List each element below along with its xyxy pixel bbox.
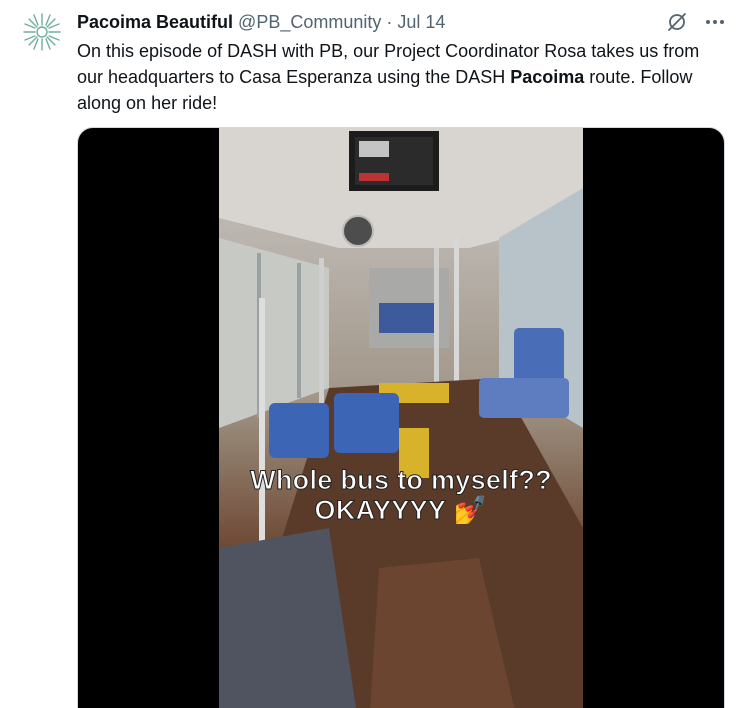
tweet-actions bbox=[665, 10, 727, 34]
handle[interactable]: @PB_Community bbox=[238, 12, 381, 33]
tweet-text-bold[interactable]: Pacoima bbox=[510, 67, 584, 87]
display-name[interactable]: Pacoima Beautiful bbox=[77, 12, 233, 33]
tweet-date[interactable]: Jul 14 bbox=[397, 12, 445, 33]
video-frame[interactable]: Whole bus to myself?? OKAYYYY 💅 bbox=[219, 128, 583, 708]
tweet[interactable]: Pacoima Beautiful @PB_Community · Jul 14… bbox=[0, 0, 751, 708]
grok-icon[interactable] bbox=[665, 10, 689, 34]
avatar[interactable] bbox=[20, 10, 64, 54]
video-caption: Whole bus to myself?? OKAYYYY 💅 bbox=[219, 465, 583, 526]
bus-interior-image bbox=[219, 128, 583, 708]
separator-dot: · bbox=[386, 11, 393, 32]
sunburst-logo-icon bbox=[23, 13, 61, 51]
tweet-header: Pacoima Beautiful @PB_Community · Jul 14 bbox=[77, 10, 731, 34]
video-player[interactable]: Whole bus to myself?? OKAYYYY 💅 bbox=[77, 127, 725, 708]
tweet-text: On this episode of DASH with PB, our Pro… bbox=[77, 38, 727, 116]
caption-line-2: OKAYYYY 💅 bbox=[314, 495, 488, 526]
more-icon[interactable] bbox=[703, 10, 727, 34]
caption-line-1: Whole bus to myself?? bbox=[250, 465, 553, 496]
